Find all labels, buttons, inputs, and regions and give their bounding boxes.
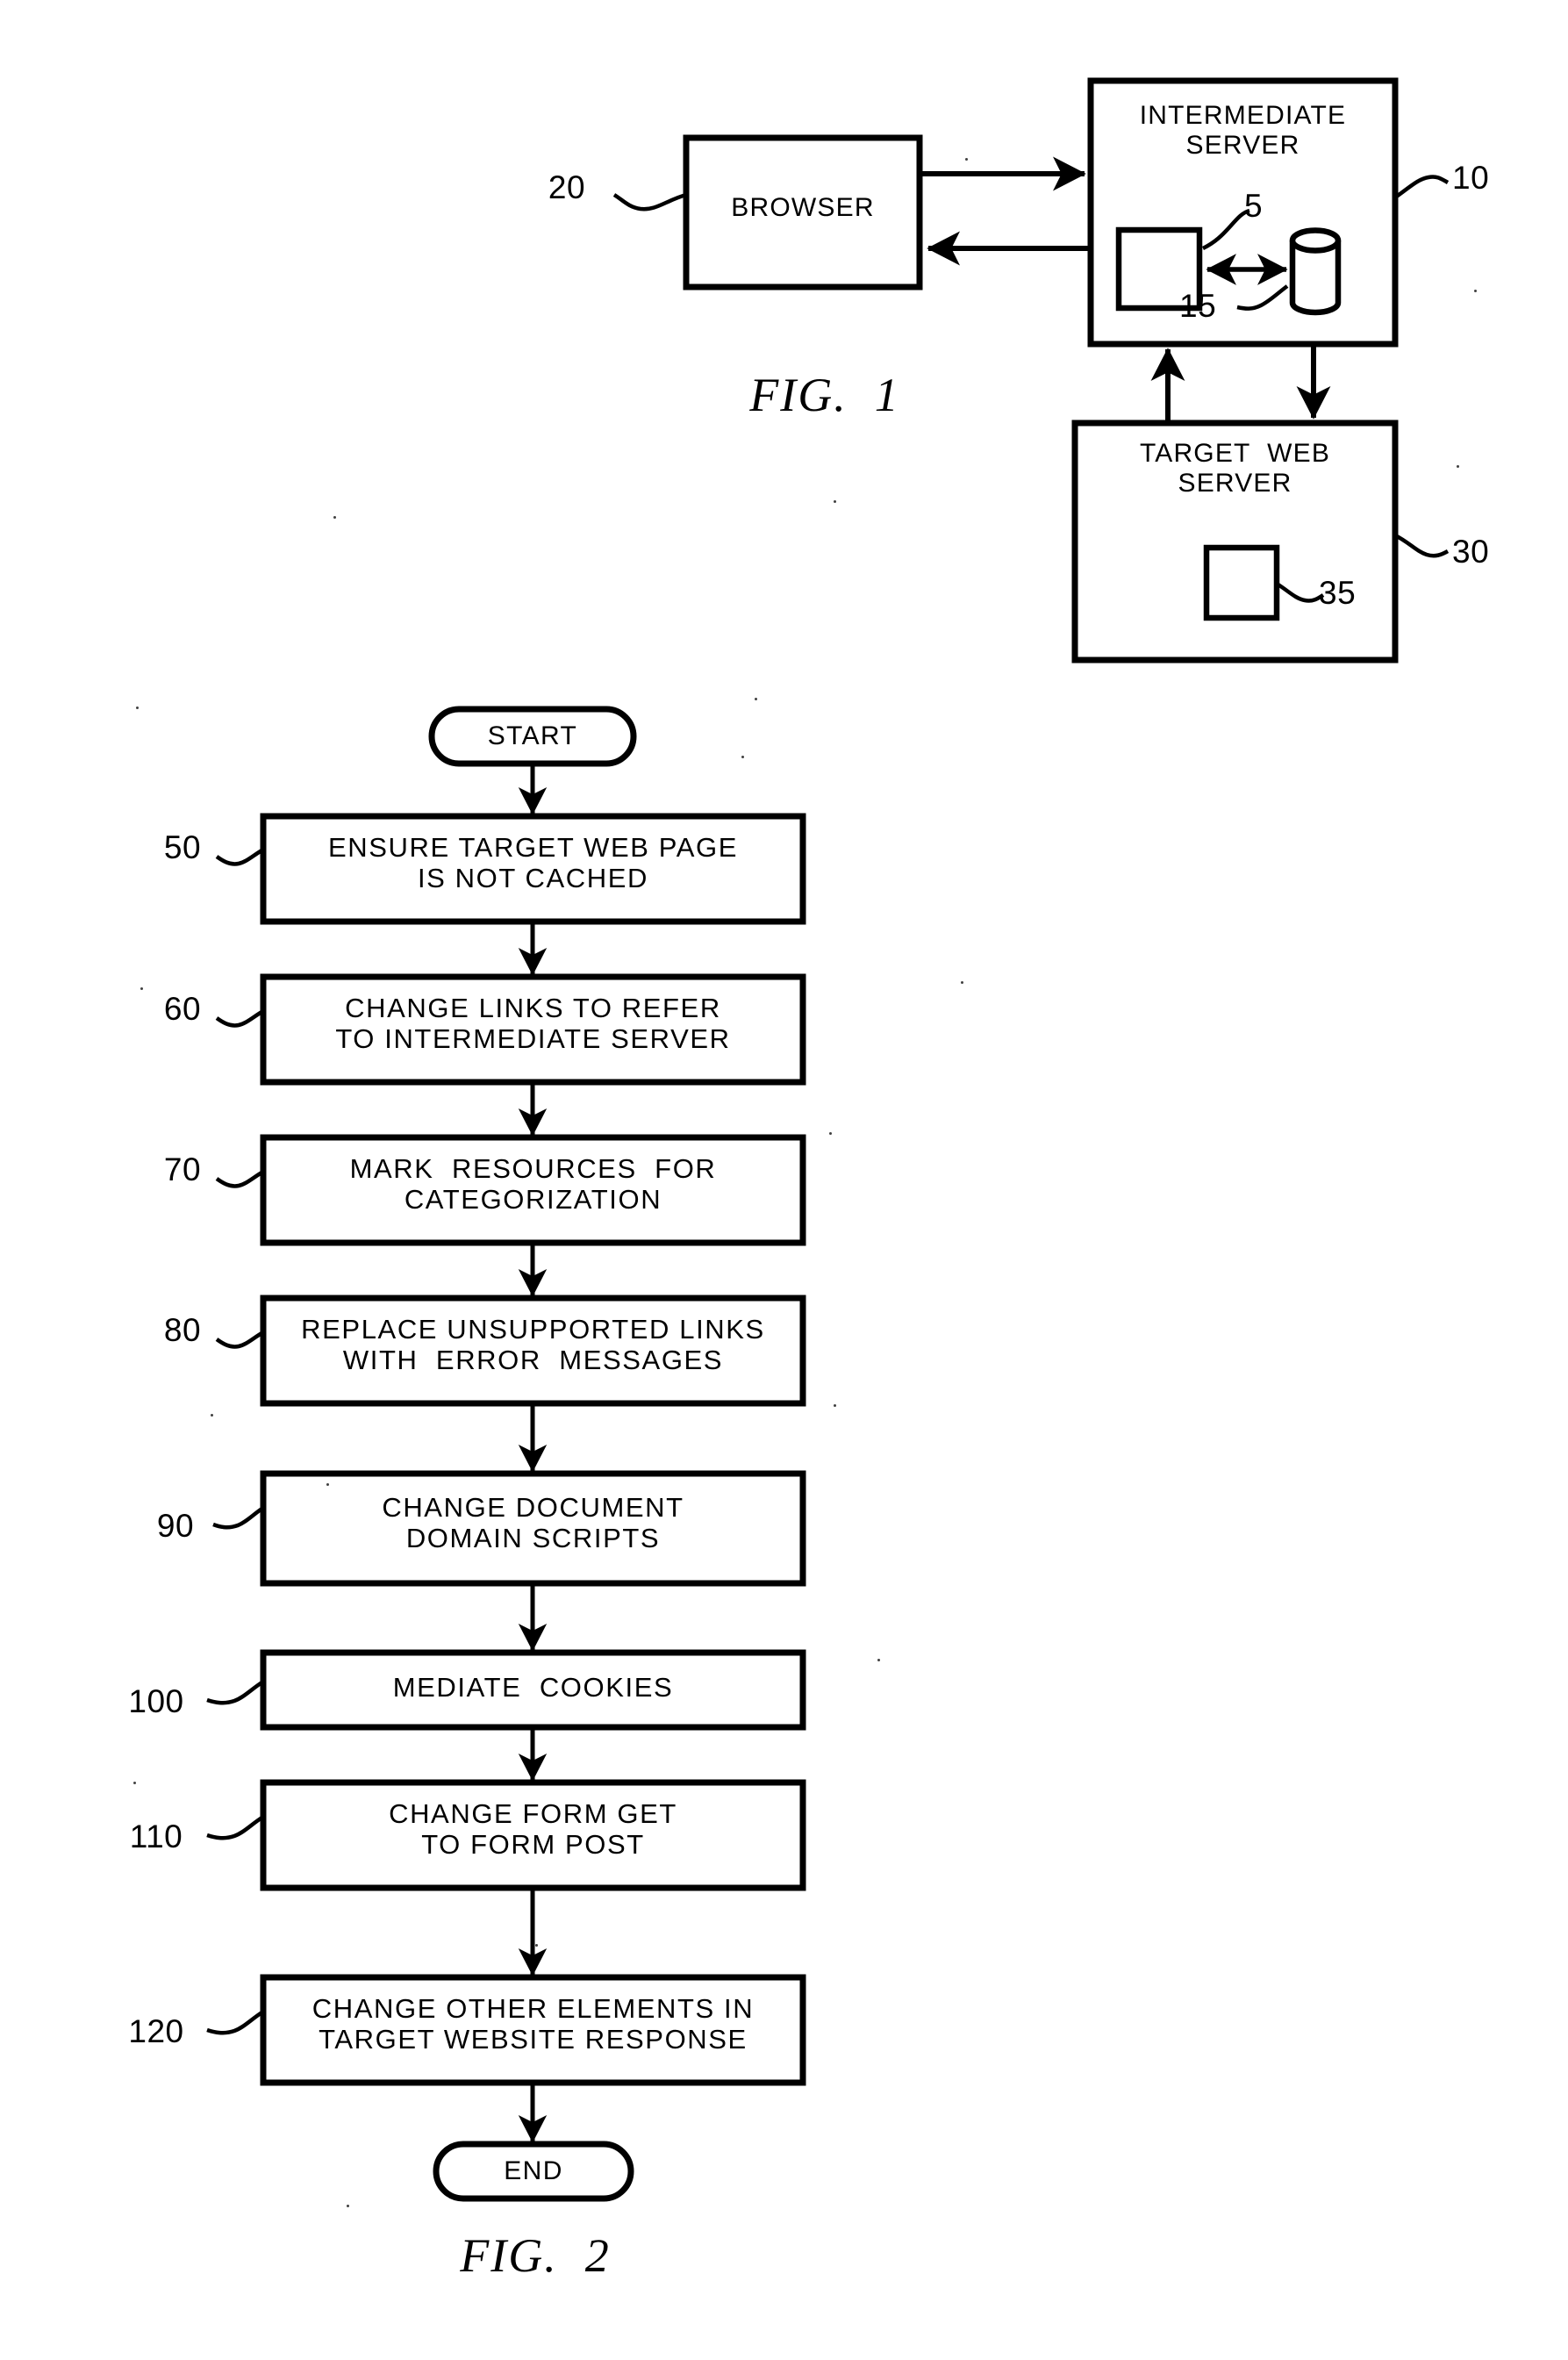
ref-leader-50 — [215, 848, 265, 866]
end-terminator-label: END — [504, 2156, 563, 2185]
ref-number-110: 110 — [129, 1818, 183, 1854]
ref-number-30: 30 — [1452, 534, 1490, 570]
step-label-70: MARK RESOURCES FOR CATEGORIZATION — [349, 1153, 717, 1216]
ref-number-20: 20 — [548, 169, 586, 205]
scan-artifact — [741, 756, 744, 758]
scan-artifact — [1457, 465, 1459, 468]
ref-leader-20 — [612, 192, 687, 212]
scan-artifact — [877, 1659, 880, 1661]
scan-artifact — [333, 516, 336, 519]
scan-artifact — [535, 1944, 538, 1947]
ref-leader-60 — [215, 1009, 265, 1028]
step-label-80: REPLACE UNSUPPORTED LINKS WITH ERROR MES… — [301, 1314, 765, 1376]
ref-leader-70 — [215, 1170, 265, 1188]
target-resource-shape — [1203, 544, 1280, 621]
scan-artifact — [211, 1414, 213, 1417]
target-web-server-box-label: TARGET WEB SERVER — [1139, 439, 1331, 499]
intermediate-server-box-label: INTERMEDIATE SERVER — [1139, 101, 1347, 161]
ref-number-60: 60 — [163, 991, 202, 1027]
ref-leader-90 — [212, 1506, 265, 1530]
ref-number-15: 15 — [1179, 288, 1217, 324]
step-label-50: ENSURE TARGET WEB PAGE IS NOT CACHED — [328, 832, 738, 894]
ref-leader-10 — [1393, 175, 1450, 199]
ref-number-100: 100 — [128, 1683, 184, 1719]
start-terminator-label: START — [487, 721, 578, 750]
ref-leader-100 — [206, 1680, 265, 1705]
patent-drawing-sheet: BROWSER 20 INTERMEDIATE SERVER 10 5 15 T… — [0, 0, 1568, 2360]
ref-number-120: 120 — [128, 2013, 184, 2049]
step-label-90: CHANGE DOCUMENT DOMAIN SCRIPTS — [382, 1492, 684, 1554]
ref-number-90: 90 — [156, 1508, 195, 1544]
figure-2-caption: FIG. 2 — [460, 2229, 611, 2282]
scan-artifact — [755, 698, 757, 700]
ref-leader-80 — [215, 1331, 265, 1349]
ref-leader-5 — [1201, 208, 1250, 251]
scan-artifact — [133, 1782, 136, 1784]
ref-number-5: 5 — [1244, 188, 1264, 224]
scan-artifact — [834, 1404, 836, 1407]
scan-artifact — [961, 981, 963, 984]
ref-number-10: 10 — [1452, 160, 1490, 196]
ref-leader-35 — [1275, 582, 1325, 603]
scan-artifact — [326, 1483, 329, 1486]
figure-1-caption: FIG. 1 — [749, 369, 900, 421]
ref-leader-30 — [1393, 533, 1450, 558]
step-label-120: CHANGE OTHER ELEMENTS IN TARGET WEBSITE … — [311, 1993, 755, 2055]
ref-number-35: 35 — [1319, 575, 1357, 611]
step-label-110: CHANGE FORM GET TO FORM POST — [389, 1798, 677, 1861]
ref-number-50: 50 — [163, 829, 202, 865]
scan-artifact — [829, 1132, 832, 1135]
step-label-100: MEDIATE COOKIES — [392, 1672, 674, 1703]
scan-artifact — [136, 707, 139, 709]
ref-leader-110 — [206, 1815, 265, 1840]
scan-artifact — [965, 158, 968, 161]
browser-box-label: BROWSER — [731, 193, 875, 222]
step-label-60: CHANGE LINKS TO REFER TO INTERMEDIATE SE… — [335, 993, 731, 1055]
scan-artifact — [347, 2205, 349, 2207]
database-cylinder-shape — [1289, 227, 1342, 316]
scan-artifact — [834, 500, 836, 503]
ref-leader-120 — [206, 2010, 265, 2035]
scan-artifact — [140, 987, 143, 990]
scan-artifact — [1474, 290, 1477, 292]
ref-number-70: 70 — [163, 1151, 202, 1187]
ref-number-80: 80 — [163, 1312, 202, 1348]
